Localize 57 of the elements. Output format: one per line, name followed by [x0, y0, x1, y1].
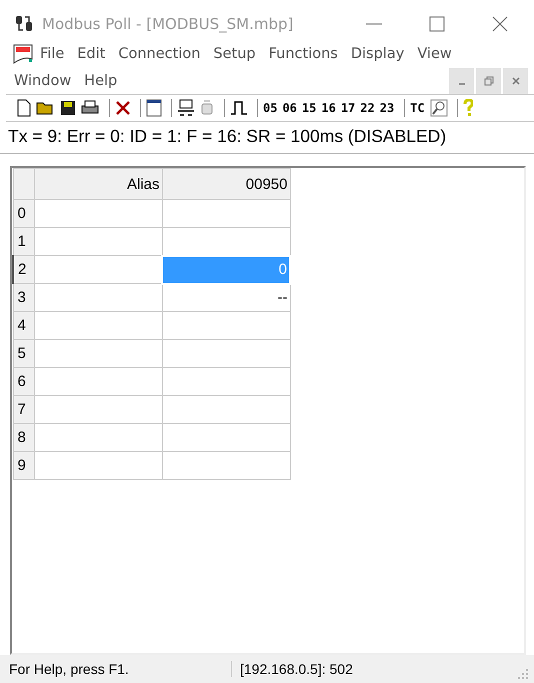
- table-cell[interactable]: [162, 396, 290, 424]
- function-code-button[interactable]: 05: [263, 101, 278, 115]
- menu-item[interactable]: Functions: [268, 46, 338, 62]
- row-header[interactable]: 5: [13, 340, 34, 368]
- table-cell[interactable]: [162, 368, 290, 396]
- computer-icon[interactable]: [177, 99, 195, 117]
- status-line: Tx = 9: Err = 0: ID = 1: F = 16: SR = 100ms (DISABLED): [0, 122, 534, 154]
- menu-item[interactable]: Setup: [213, 46, 256, 62]
- row-header[interactable]: 7: [13, 396, 34, 424]
- corner-cell: [13, 168, 34, 200]
- pulse-icon[interactable]: [230, 100, 248, 116]
- connection-status: [192.168.0.5]: 502: [239, 661, 353, 677]
- table-cell[interactable]: [162, 312, 290, 340]
- column-header[interactable]: 00950: [162, 168, 290, 200]
- function-code-button[interactable]: 15: [302, 101, 316, 115]
- maximize-icon[interactable]: [428, 15, 446, 33]
- menu-item[interactable]: Window: [14, 72, 72, 88]
- menu-item[interactable]: Help: [84, 72, 118, 88]
- row-header[interactable]: 0: [13, 200, 34, 228]
- table-cell[interactable]: [162, 424, 290, 452]
- table-cell[interactable]: [162, 200, 290, 228]
- table-cell[interactable]: [162, 340, 290, 368]
- row-header[interactable]: 4: [13, 312, 34, 340]
- function-code-button[interactable]: 06: [282, 101, 297, 115]
- magnifier-icon[interactable]: [430, 99, 448, 117]
- column-header[interactable]: Alias: [34, 168, 162, 200]
- close-icon[interactable]: [503, 68, 528, 94]
- resize-grip-icon[interactable]: [518, 669, 528, 679]
- row-header[interactable]: 3: [13, 284, 34, 312]
- row-header[interactable]: 9: [13, 452, 34, 480]
- function-code-button[interactable]: 22: [360, 101, 375, 115]
- row-header[interactable]: 1: [13, 228, 34, 256]
- new-file-icon[interactable]: [16, 99, 32, 117]
- menu-item[interactable]: Connection: [118, 46, 200, 62]
- tc-button[interactable]: TC: [410, 101, 425, 115]
- save-icon[interactable]: [60, 100, 76, 116]
- close-icon[interactable]: [115, 100, 131, 116]
- document-icon[interactable]: [12, 42, 34, 64]
- table-cell[interactable]: [162, 228, 290, 256]
- row-header[interactable]: 2: [13, 256, 34, 284]
- table-cell[interactable]: [162, 452, 290, 480]
- window-icon[interactable]: [146, 99, 162, 117]
- restore-icon[interactable]: [476, 68, 501, 94]
- menu-item[interactable]: Edit: [77, 46, 106, 62]
- menu-item[interactable]: Display: [350, 46, 404, 62]
- menu-item[interactable]: File: [40, 46, 64, 62]
- window-title: Modbus Poll - [MODBUS_SM.mbp]: [42, 15, 294, 33]
- function-code-button[interactable]: 16: [321, 101, 336, 115]
- close-icon[interactable]: [491, 15, 509, 33]
- row-header[interactable]: 8: [13, 424, 34, 452]
- menu-item[interactable]: View: [417, 46, 452, 62]
- row-header[interactable]: 6: [13, 368, 34, 396]
- function-code-button[interactable]: 17: [340, 101, 356, 115]
- printer-icon[interactable]: [80, 100, 100, 116]
- table-cell[interactable]: --: [162, 284, 290, 312]
- function-code-button[interactable]: 23: [380, 101, 394, 115]
- help-hint: For Help, press F1.: [9, 661, 232, 677]
